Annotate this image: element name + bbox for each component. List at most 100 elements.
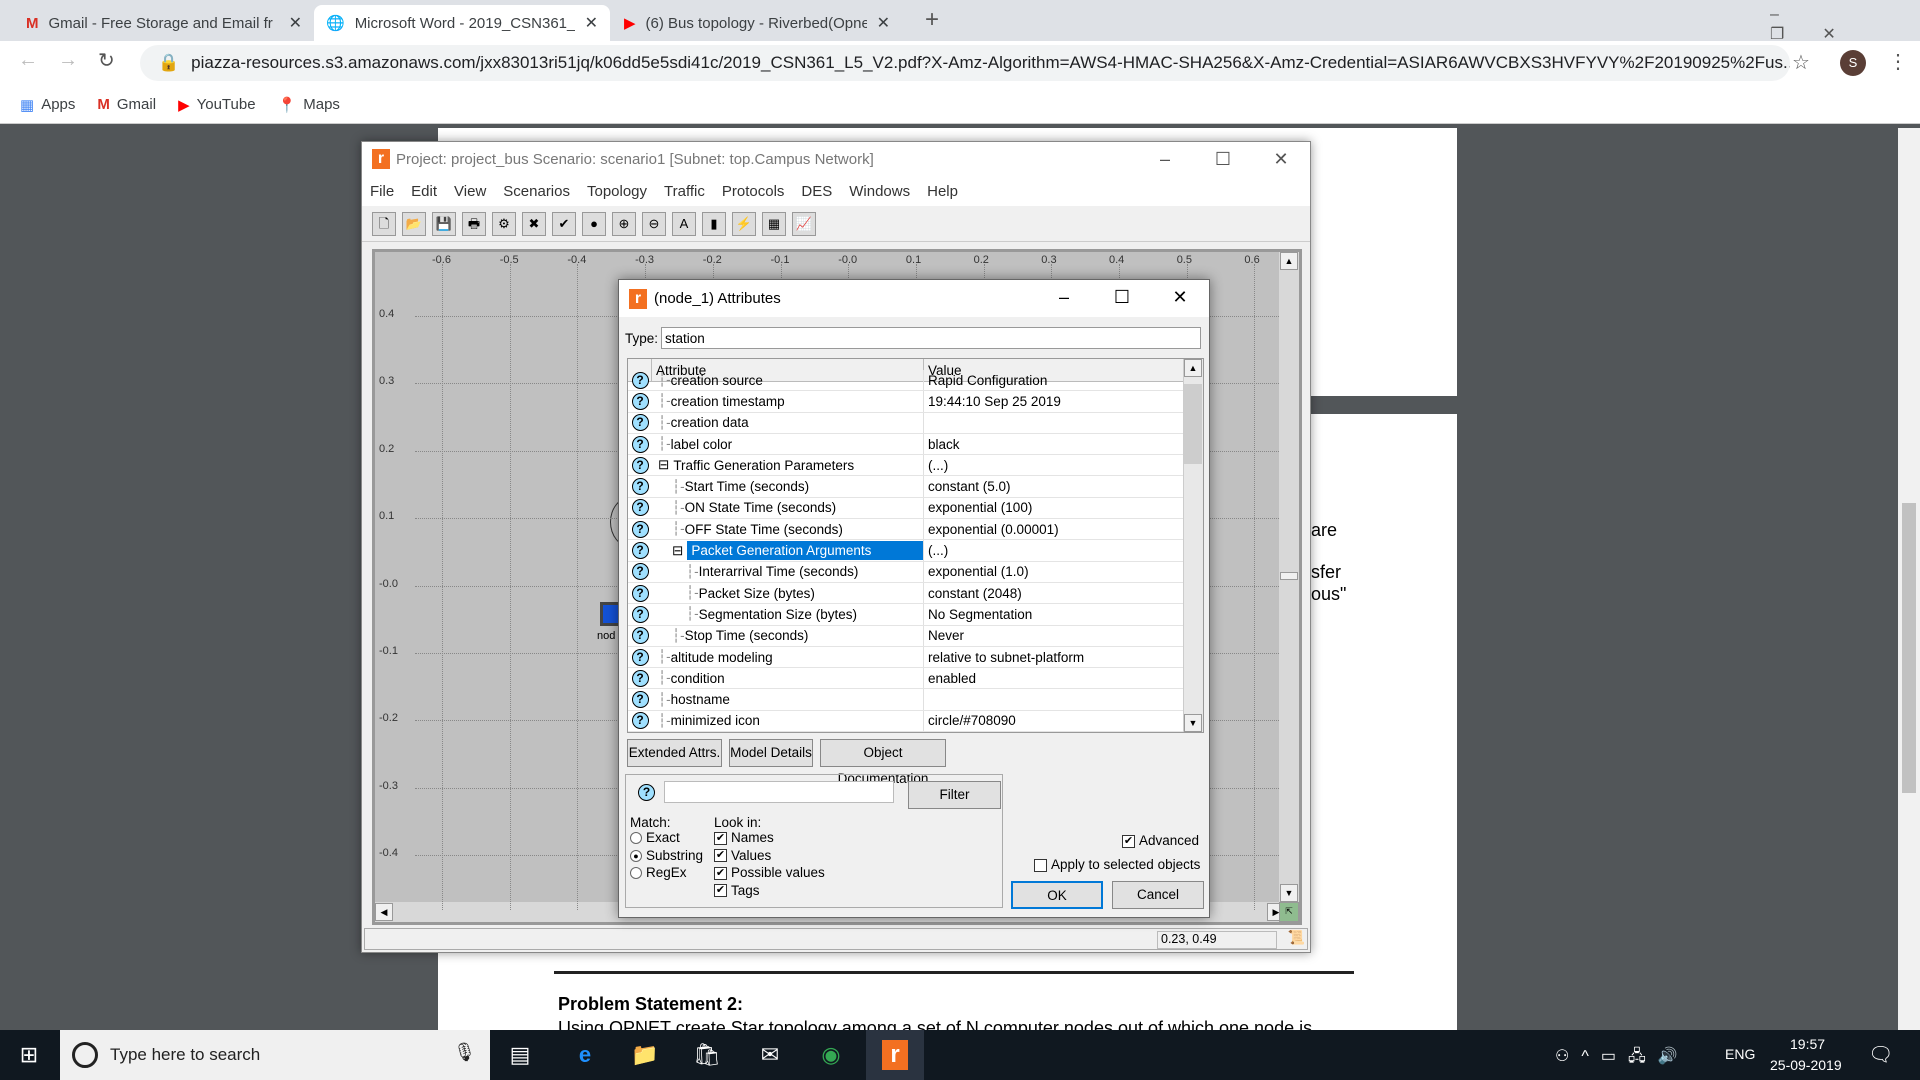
save-icon[interactable]: 💾: [432, 211, 456, 236]
store-icon[interactable]: 🛍: [692, 1040, 722, 1070]
help-icon[interactable]: ?: [631, 414, 649, 432]
configure-icon[interactable]: ⚙: [492, 211, 516, 236]
menu-icon[interactable]: ⋮: [1888, 49, 1908, 74]
attribute-value[interactable]: relative to subnet-platform: [924, 650, 1084, 665]
star-icon[interactable]: ☆: [1792, 50, 1810, 75]
attribute-value[interactable]: exponential (100): [924, 500, 1032, 515]
new-tab-button[interactable]: +: [925, 6, 939, 34]
help-icon[interactable]: ?: [631, 435, 649, 453]
help-icon[interactable]: ?: [631, 563, 649, 581]
help-icon[interactable]: ?: [638, 784, 655, 801]
help-icon[interactable]: ?: [631, 456, 649, 474]
match-radio-regex[interactable]: RegEx: [630, 864, 703, 882]
results-icon[interactable]: ▦: [762, 211, 786, 236]
url-bar[interactable]: 🔒 piazza-resources.s3.amazonaws.com/jxx83…: [140, 45, 1790, 81]
edge-icon[interactable]: e: [570, 1040, 600, 1070]
help-icon[interactable]: ?: [631, 648, 649, 666]
menu-file[interactable]: File: [370, 183, 403, 200]
attribute-value[interactable]: black: [924, 437, 960, 452]
attribute-value[interactable]: Rapid Configuration: [924, 373, 1047, 388]
model-details-button[interactable]: Model Details: [729, 739, 813, 767]
pdf-scrollbar[interactable]: [1898, 128, 1920, 1030]
attribute-value[interactable]: 19:44:10 Sep 25 2019: [924, 394, 1061, 409]
checkbox[interactable]: ✔: [714, 831, 727, 845]
attribute-value[interactable]: constant (2048): [924, 586, 1022, 601]
type-field[interactable]: [661, 327, 1202, 349]
bookmark-maps[interactable]: 📍 Maps: [278, 96, 340, 114]
extended-attrs-button[interactable]: Extended Attrs.: [627, 739, 722, 767]
help-icon[interactable]: ?: [631, 478, 649, 496]
attribute-value[interactable]: (...): [924, 543, 948, 558]
attribute-value[interactable]: constant (5.0): [924, 479, 1011, 494]
help-icon[interactable]: ?: [631, 691, 649, 709]
attribute-value[interactable]: (...): [924, 458, 948, 473]
scroll-up-icon[interactable]: ▲: [1184, 359, 1202, 377]
menu-help[interactable]: Help: [927, 183, 967, 200]
new-icon[interactable]: 🗋: [372, 211, 396, 236]
help-icon[interactable]: ?: [631, 627, 649, 645]
graph-icon[interactable]: 📈: [792, 211, 816, 236]
bookmark-apps[interactable]: ▦ Apps: [20, 96, 75, 114]
fail-icon[interactable]: ✖: [522, 211, 546, 236]
scroll-thumb[interactable]: [1280, 572, 1298, 580]
back-icon[interactable]: ←: [18, 49, 38, 72]
help-icon[interactable]: ?: [631, 392, 649, 410]
checkbox[interactable]: ✔: [714, 849, 727, 863]
lookin-checkbox[interactable]: ✔ Names: [714, 829, 825, 847]
checkbox[interactable]: ✔: [714, 866, 727, 880]
menu-traffic[interactable]: Traffic: [664, 183, 714, 200]
lightning-icon[interactable]: ⚡: [732, 211, 756, 236]
notifications-icon[interactable]: 🗨: [1868, 1042, 1893, 1067]
attribute-row[interactable]: ? ┆‐ hostname: [628, 689, 1183, 711]
file-explorer-icon[interactable]: 📁: [630, 1040, 660, 1070]
scroll-left-icon[interactable]: ◀: [375, 903, 393, 921]
attribute-row[interactable]: ? ┆‐ Start Time (seconds) constant (5.0): [628, 476, 1183, 498]
help-icon[interactable]: ?: [631, 605, 649, 623]
menu-topology[interactable]: Topology: [587, 183, 656, 200]
maximize-button[interactable]: ☐: [1093, 280, 1151, 314]
minimize-button[interactable]: –: [1035, 280, 1093, 314]
opnet-taskbar-icon[interactable]: r: [866, 1030, 924, 1080]
menu-edit[interactable]: Edit: [411, 183, 446, 200]
windows-start-icon[interactable]: ⊞: [14, 1040, 44, 1070]
recover-icon[interactable]: ✔: [552, 211, 576, 236]
language-indicator[interactable]: ENG: [1725, 1046, 1755, 1062]
collapse-icon[interactable]: ⊟: [658, 457, 669, 473]
scroll-thumb[interactable]: [1902, 503, 1916, 793]
traffic-light-icon[interactable]: ▮: [702, 211, 726, 236]
ace-icon[interactable]: A: [672, 211, 696, 236]
attribute-value[interactable]: No Segmentation: [924, 607, 1032, 622]
attribute-value[interactable]: Never: [924, 628, 964, 643]
lookin-checkbox[interactable]: ✔ Possible values: [714, 864, 825, 882]
radio[interactable]: ●: [630, 849, 642, 862]
close-button[interactable]: ✕: [1151, 280, 1209, 314]
match-radio-exact[interactable]: Exact: [630, 829, 703, 847]
attribute-value[interactable]: exponential (1.0): [924, 564, 1029, 579]
filter-button[interactable]: Filter: [908, 781, 1001, 809]
zoom-in-icon[interactable]: ⊕: [612, 211, 636, 236]
advanced-checkbox[interactable]: ✔ Advanced: [1122, 833, 1199, 848]
log-icon[interactable]: 📜: [1288, 929, 1305, 946]
match-radio-substring[interactable]: ● Substring: [630, 847, 703, 865]
cancel-button[interactable]: Cancel: [1112, 881, 1204, 909]
lookin-checkbox[interactable]: ✔ Values: [714, 847, 825, 865]
radio[interactable]: [630, 832, 642, 845]
help-icon[interactable]: ?: [631, 712, 649, 730]
attribute-row[interactable]: ? ┆‐ creation timestamp 19:44:10 Sep 25 201…: [628, 391, 1183, 413]
mail-icon[interactable]: ✉: [755, 1040, 785, 1070]
attribute-value[interactable]: enabled: [924, 671, 976, 686]
scroll-up-icon[interactable]: ▲: [1280, 252, 1298, 270]
attribute-row[interactable]: ? ⊟ Traffic Generation Parameters (...): [628, 455, 1183, 477]
attribute-row[interactable]: ? ┆‐ altitude modeling relative to subnet-p…: [628, 646, 1183, 669]
clock-time[interactable]: 19:57: [1790, 1036, 1825, 1052]
object-documentation-button[interactable]: Object Documentation: [820, 739, 946, 786]
scroll-down-icon[interactable]: ▼: [1184, 714, 1202, 732]
menu-des[interactable]: DES: [801, 183, 841, 200]
attribute-row[interactable]: ? ┆‐ ON State Time (seconds) exponential (1…: [628, 497, 1183, 520]
bookmark-gmail[interactable]: M Gmail: [97, 96, 156, 113]
apply-selected-checkbox[interactable]: Apply to selected objects: [1034, 857, 1200, 872]
attribute-row[interactable]: ? ┆‐ OFF State Time (seconds) exponential (…: [628, 519, 1183, 541]
attribute-value[interactable]: circle/#708090: [924, 713, 1016, 728]
attribute-row[interactable]: ? ┆‐ minimized icon circle/#708090: [628, 710, 1183, 732]
help-icon[interactable]: ?: [631, 520, 649, 538]
